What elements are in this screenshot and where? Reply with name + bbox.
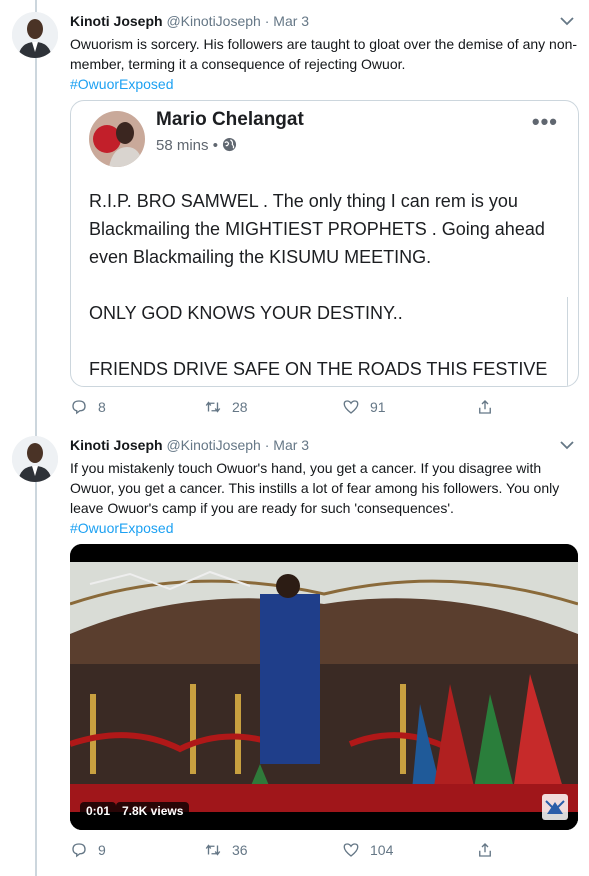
tweet-header: Kinoti Joseph @KinotiJoseph · Mar 3 bbox=[70, 436, 309, 454]
tweet-text: Owuorism is sorcery. His followers are t… bbox=[70, 34, 580, 94]
chevron-down-icon[interactable] bbox=[559, 14, 575, 28]
tweet-header: Kinoti Joseph @KinotiJoseph · Mar 3 bbox=[70, 12, 309, 30]
globe-icon bbox=[223, 137, 237, 152]
embedded-scrollbar bbox=[567, 297, 572, 386]
media-badge-icon bbox=[542, 794, 568, 820]
share-icon bbox=[479, 843, 491, 857]
author-avatar[interactable] bbox=[12, 436, 58, 482]
author-handle[interactable]: @KinotiJoseph bbox=[166, 13, 260, 29]
reply-icon bbox=[72, 400, 86, 415]
tweet-2[interactable]: Kinoti Joseph @KinotiJoseph · Mar 3 If y… bbox=[0, 436, 589, 872]
tweet-body: If you mistakenly touch Owuor's hand, yo… bbox=[70, 460, 560, 516]
hashtag-link[interactable]: #OwuorExposed bbox=[70, 520, 174, 536]
tweet-date[interactable]: Mar 3 bbox=[273, 437, 309, 453]
retweet-button[interactable]: 36 bbox=[204, 841, 248, 859]
embedded-paragraph: R.I.P. BRO SAMWEL . The only thing I can… bbox=[89, 191, 545, 267]
heart-icon bbox=[343, 843, 359, 857]
tweet-actions: 8 28 91 bbox=[70, 398, 510, 418]
video-player[interactable]: 0:01 7.8K views bbox=[70, 544, 578, 830]
embedded-time-separator: • bbox=[212, 137, 218, 154]
embedded-paragraph: ONLY GOD KNOWS YOUR DESTINY.. bbox=[89, 303, 403, 323]
hashtag-link[interactable]: #OwuorExposed bbox=[70, 76, 174, 92]
embedded-post-image[interactable]: Mario Chelangat 58 mins • ••• R.I.P. BRO… bbox=[70, 100, 579, 387]
share-button[interactable] bbox=[476, 398, 494, 416]
retweet-count: 28 bbox=[232, 399, 248, 415]
retweet-count: 36 bbox=[232, 842, 248, 858]
reply-button[interactable]: 9 bbox=[70, 841, 106, 859]
tweet-date[interactable]: Mar 3 bbox=[273, 13, 309, 29]
video-frame bbox=[70, 544, 578, 830]
share-button[interactable] bbox=[476, 841, 494, 859]
like-count: 91 bbox=[370, 399, 386, 415]
reply-button[interactable]: 8 bbox=[70, 398, 106, 416]
embedded-time-text: 58 mins bbox=[156, 137, 209, 154]
author-avatar[interactable] bbox=[12, 12, 58, 58]
chevron-down-icon[interactable] bbox=[559, 438, 575, 452]
like-button[interactable]: 91 bbox=[342, 398, 386, 416]
embedded-author-name: Mario Chelangat bbox=[156, 109, 304, 130]
retweet-icon bbox=[205, 844, 221, 856]
retweet-icon bbox=[205, 401, 221, 413]
header-separator: · bbox=[264, 437, 270, 453]
tweet-1[interactable]: Kinoti Joseph @KinotiJoseph · Mar 3 Owuo… bbox=[0, 12, 589, 432]
reply-count: 8 bbox=[98, 399, 106, 415]
author-name[interactable]: Kinoti Joseph bbox=[70, 13, 163, 29]
embedded-more-options: ••• bbox=[531, 109, 558, 134]
tweet-body: Owuorism is sorcery. His followers are t… bbox=[70, 36, 578, 72]
retweet-button[interactable]: 28 bbox=[204, 398, 248, 416]
embedded-paragraph: FRIENDS DRIVE SAFE ON THE ROADS THIS FES… bbox=[89, 359, 548, 379]
video-views: 7.8K views bbox=[116, 802, 190, 820]
like-button[interactable]: 104 bbox=[342, 841, 393, 859]
video-duration: 0:01 bbox=[80, 802, 117, 820]
author-name[interactable]: Kinoti Joseph bbox=[70, 437, 163, 453]
reply-icon bbox=[72, 843, 86, 858]
header-separator: · bbox=[264, 13, 270, 29]
reply-count: 9 bbox=[98, 842, 106, 858]
author-handle[interactable]: @KinotiJoseph bbox=[166, 437, 260, 453]
tweet-text: If you mistakenly touch Owuor's hand, yo… bbox=[70, 458, 580, 538]
like-count: 104 bbox=[370, 842, 394, 858]
share-icon bbox=[479, 400, 491, 414]
embedded-post-time: 58 mins • bbox=[156, 137, 237, 154]
tweet-actions: 9 36 104 bbox=[70, 841, 510, 861]
embedded-author-avatar bbox=[89, 111, 145, 167]
embedded-post-text: R.I.P. BRO SAMWEL . The only thing I can… bbox=[89, 187, 559, 386]
heart-icon bbox=[343, 400, 359, 414]
